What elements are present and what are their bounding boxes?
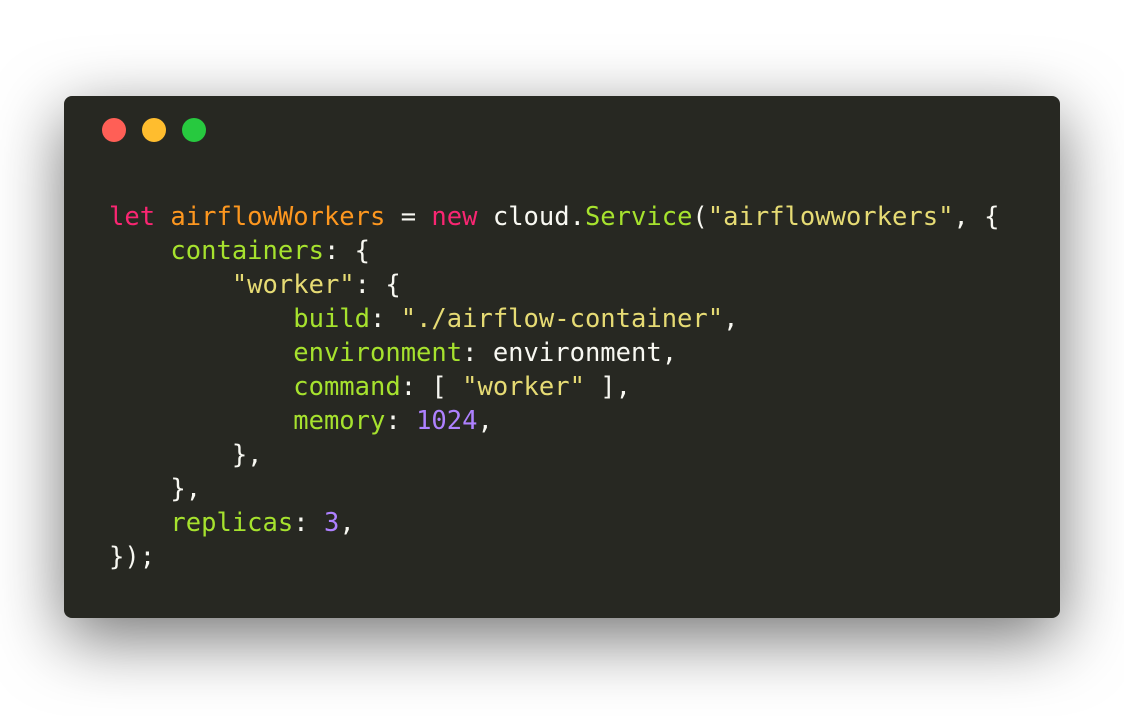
code-line-2: containers: {: [170, 236, 371, 266]
string-literal: "airflowworkers": [707, 202, 954, 232]
close-button-icon[interactable]: [102, 118, 126, 142]
class-name: Service: [584, 202, 693, 232]
keyword-new: new: [431, 202, 478, 232]
code-line-10: replicas: 3,: [170, 508, 355, 538]
property-key: build: [293, 304, 370, 334]
keyword-let: let: [109, 202, 156, 232]
string-key: "worker": [231, 270, 355, 300]
code-line-3: "worker": {: [231, 270, 401, 300]
maximize-button-icon[interactable]: [182, 118, 206, 142]
code-block: let airflowWorkers = new cloud.Service("…: [109, 200, 999, 574]
code-line-6: command: [ "worker" ],: [293, 372, 632, 402]
number-literal: 3: [323, 508, 340, 538]
code-line-7: memory: 1024,: [293, 406, 493, 436]
code-line-9: },: [109, 474, 202, 504]
property-key: replicas: [170, 508, 294, 538]
code-line-11: });: [109, 542, 156, 572]
code-line-5: environment: environment,: [293, 338, 678, 368]
string-literal: "./airflow-container": [400, 304, 724, 334]
string-literal: "worker": [462, 372, 585, 402]
property-key: containers: [170, 236, 324, 266]
property-key: command: [293, 372, 401, 402]
code-window: let airflowWorkers = new cloud.Service("…: [64, 96, 1060, 618]
code-line-4: build: "./airflow-container",: [293, 304, 739, 334]
variable-name: airflowWorkers: [170, 202, 386, 232]
minimize-button-icon[interactable]: [142, 118, 166, 142]
code-line-1: let airflowWorkers = new cloud.Service("…: [109, 202, 1000, 232]
code-line-8: },: [109, 440, 263, 470]
property-key: memory: [293, 406, 386, 436]
number-literal: 1024: [416, 406, 478, 436]
property-key: environment: [293, 338, 463, 368]
